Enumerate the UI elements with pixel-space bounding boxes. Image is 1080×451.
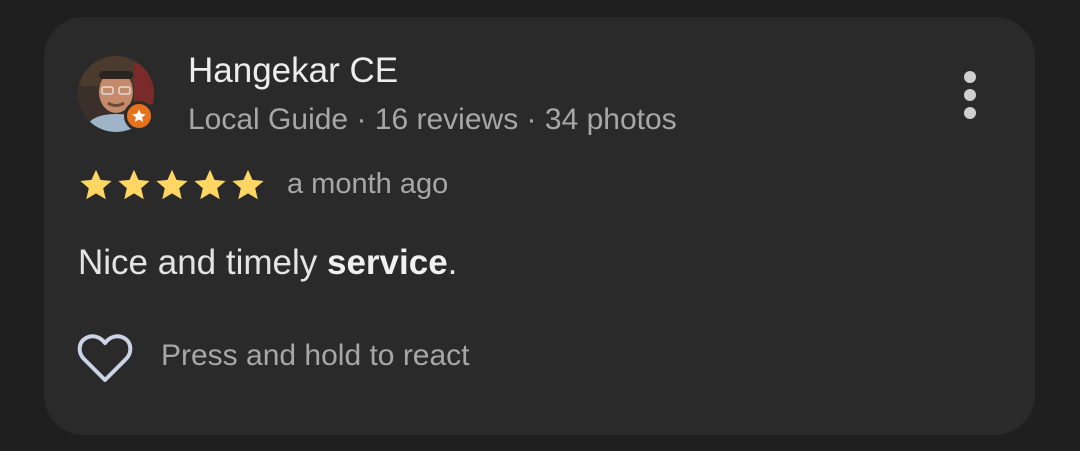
more-vertical-icon <box>964 71 976 83</box>
reviewer-meta[interactable]: Local Guide · 16 reviews · 34 photos <box>188 103 677 137</box>
review-time: a month ago <box>287 168 449 200</box>
review-text: Nice and timely service. <box>78 243 457 283</box>
react-hint: Press and hold to react <box>161 339 470 372</box>
reviewer-name[interactable]: Hangekar CE <box>188 51 398 91</box>
meta-separator: · <box>356 103 367 136</box>
reviewer-photo-count: 34 photos <box>544 103 677 136</box>
star-icon <box>80 169 112 200</box>
review-text-start: Nice and timely <box>78 243 327 282</box>
star-rating <box>78 167 266 203</box>
star-icon <box>156 169 188 200</box>
react-button[interactable] <box>76 330 134 386</box>
reviewer-review-count: 16 reviews <box>374 103 519 136</box>
star-icon <box>232 169 264 200</box>
more-options-button[interactable] <box>952 69 988 121</box>
review-text-end: . <box>447 243 458 282</box>
review-text-highlight: service <box>326 243 448 282</box>
meta-separator: · <box>526 103 537 136</box>
more-vertical-icon <box>964 89 976 101</box>
star-icon <box>194 169 226 200</box>
reviewer-level: Local Guide <box>188 103 349 136</box>
more-vertical-icon <box>964 107 976 119</box>
star-icon <box>118 169 150 200</box>
heart-outline-icon <box>77 334 133 382</box>
review-card: Hangekar CE Local Guide · 16 reviews · 3… <box>44 17 1035 435</box>
local-guide-badge <box>124 101 154 131</box>
local-guide-star-icon <box>132 109 146 122</box>
